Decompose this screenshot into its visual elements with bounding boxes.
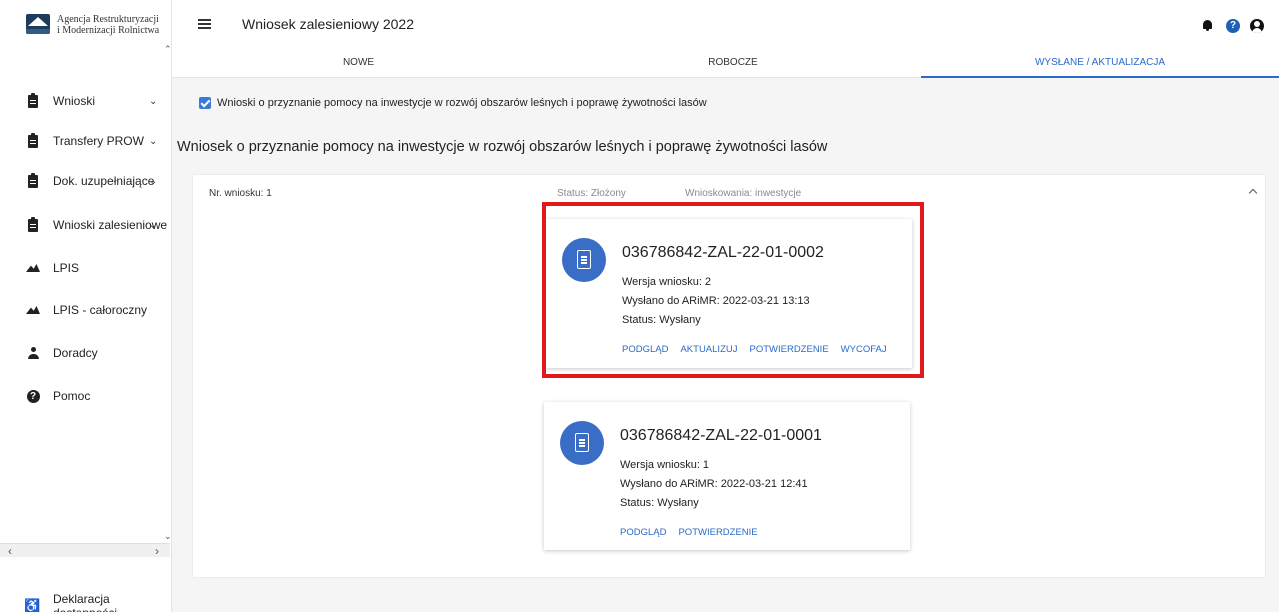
page-title: Wniosek zalesieniowy 2022: [242, 16, 414, 32]
clipboard-icon: [26, 92, 40, 108]
card-actions: PODGLĄD POTWIERDZENIE: [620, 527, 770, 538]
sidebar-item-label: Transfery PROW: [53, 134, 144, 148]
sidebar-item-wnioski-zalesieniowe[interactable]: Wnioski zalesieniowe ⌄: [0, 210, 168, 240]
menu-icon[interactable]: [198, 19, 211, 29]
bell-icon[interactable]: [1202, 20, 1213, 31]
sidebar-item-lpis[interactable]: LPIS: [0, 253, 168, 283]
sidebar-item-dok-uzupelniajace[interactable]: Dok. uzupełniające ⌄: [0, 166, 168, 196]
chevron-down-icon: ⌄: [149, 95, 158, 107]
landscape-icon: [26, 264, 40, 272]
sidebar-item-doradcy[interactable]: Doradcy: [0, 338, 168, 368]
chevron-up-icon[interactable]: ⌃: [164, 44, 172, 55]
tabs: NOWE ROBOCZE WYSŁANE / AKTUALIZACJA: [172, 52, 1279, 78]
help-icon: ?: [26, 389, 40, 403]
chevron-down-icon: ⌄: [149, 175, 158, 187]
tab-nowe[interactable]: NOWE: [172, 52, 545, 78]
brand-line-2: i Modernizacji Rolnictwa: [57, 25, 160, 36]
arimr-logo-icon: [26, 14, 50, 34]
brand-name: Agencja Restrukturyzacji i Modernizacji …: [57, 14, 159, 36]
accessibility-label: Deklaracja dostępności: [53, 592, 117, 612]
card-status: Status: Wysłany: [620, 497, 699, 509]
chevron-left-icon[interactable]: ‹: [8, 544, 12, 558]
highlight-box: [542, 202, 924, 378]
person-icon: [26, 347, 40, 359]
sidebar-item-label: LPIS: [53, 261, 80, 275]
application-number: Nr. wniosku: 1: [209, 188, 272, 199]
sidebar: Agencja Restrukturyzacji i Modernizacji …: [0, 0, 172, 612]
chevron-down-icon: ⌄: [149, 135, 158, 147]
sidebar-item-label: Doradcy: [53, 346, 98, 360]
confirmation-button[interactable]: POTWIERDZENIE: [678, 527, 757, 538]
chevron-right-icon[interactable]: ›: [155, 544, 159, 558]
sidebar-item-label: Dok. uzupełniające: [53, 174, 155, 188]
sidebar-item-transfery-prow[interactable]: Transfery PROW ⌄: [0, 126, 168, 156]
accessibility-icon: ♿: [24, 598, 41, 612]
card-version: Wersja wniosku: 1: [620, 459, 710, 471]
application-status: Status: Złożony: [557, 188, 626, 199]
accessibility-declaration-link[interactable]: ♿ Deklaracja dostępności: [24, 592, 171, 612]
sidebar-item-label: Pomoc: [53, 389, 91, 403]
clipboard-icon: [26, 216, 40, 232]
preview-button[interactable]: PODGLĄD: [620, 527, 666, 538]
card-number: 036786842-ZAL-22-01-0001: [620, 427, 822, 444]
checkbox-checked-icon[interactable]: [199, 97, 211, 109]
sidebar-item-lpis-caloroczny[interactable]: LPIS - całoroczny: [0, 295, 168, 325]
section-title: Wniosek o przyznanie pomocy na inwestycj…: [177, 139, 828, 155]
sidebar-item-pomoc[interactable]: ? Pomoc: [0, 381, 168, 411]
landscape-icon: [26, 306, 40, 314]
sidebar-item-wnioski[interactable]: Wnioski ⌄: [0, 86, 168, 116]
brand-line-1: Agencja Restrukturyzacji: [57, 14, 159, 25]
tab-robocze[interactable]: ROBOCZE: [545, 52, 921, 78]
clipboard-icon: [26, 172, 40, 188]
application-version-card: 036786842-ZAL-22-01-0001 Wersja wniosku:…: [544, 402, 910, 550]
account-icon[interactable]: [1250, 19, 1264, 33]
document-icon: [560, 421, 604, 465]
clipboard-icon: [26, 132, 40, 148]
horizontal-scrollbar[interactable]: ‹ ›: [0, 543, 170, 558]
chevron-down-icon: ⌄: [149, 219, 158, 231]
sidebar-item-label: LPIS - całoroczny: [53, 303, 148, 317]
filter-label: Wnioski o przyznanie pomocy na inwestycj…: [217, 97, 707, 109]
chevron-down-icon[interactable]: ⌄: [164, 531, 172, 542]
top-bar: Wniosek zalesieniowy 2022 ?: [172, 0, 1279, 52]
help-icon[interactable]: ?: [1226, 19, 1240, 33]
sidebar-item-label: Wnioski: [53, 94, 96, 108]
tab-wyslane-aktualizacja[interactable]: WYSŁANE / AKTUALIZACJA: [921, 52, 1279, 78]
card-sent-date: Wysłano do ARiMR: 2022-03-21 12:41: [620, 478, 808, 490]
chevron-up-icon[interactable]: [1247, 185, 1259, 197]
brand-logo[interactable]: Agencja Restrukturyzacji i Modernizacji …: [26, 14, 159, 36]
filter-checkbox[interactable]: Wnioski o przyznanie pomocy na inwestycj…: [199, 97, 707, 109]
application-type: Wnioskowania: inwestycje: [685, 188, 802, 199]
